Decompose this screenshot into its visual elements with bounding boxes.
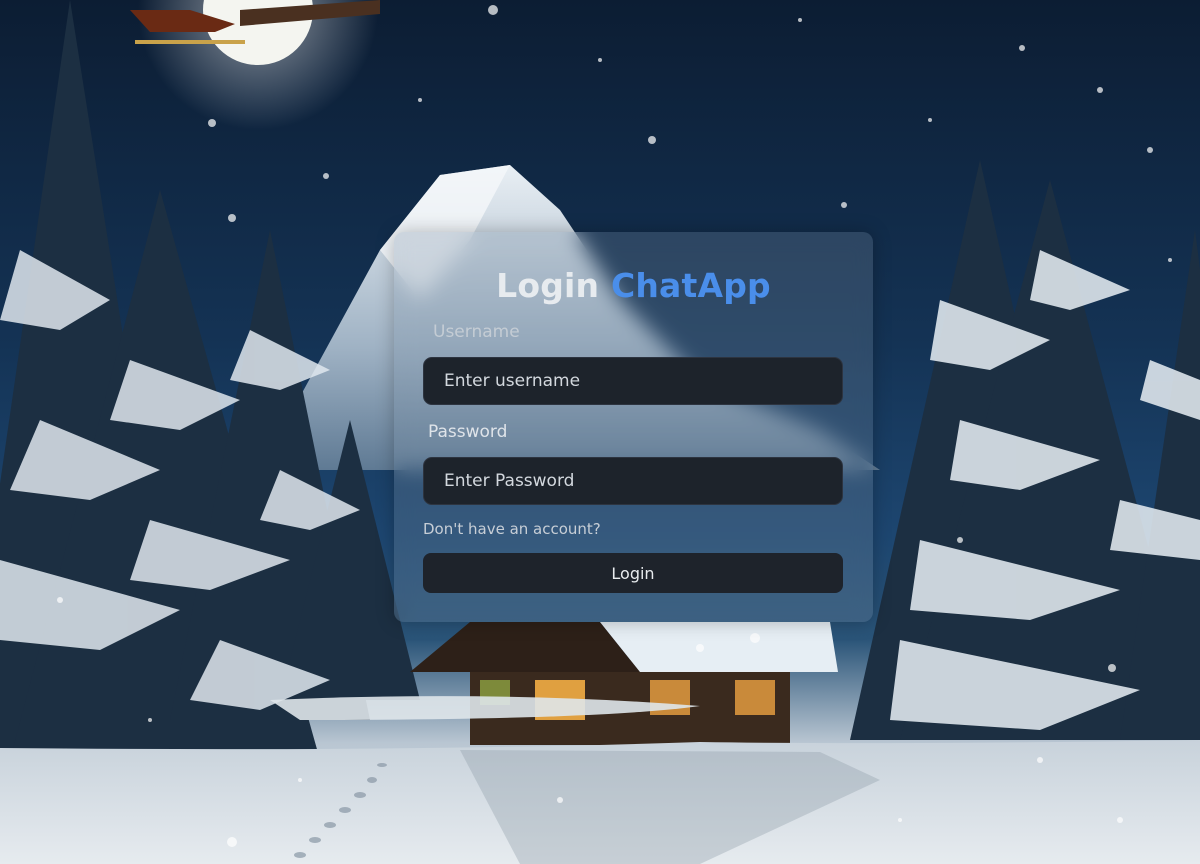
login-button[interactable]: Login (423, 553, 843, 593)
username-label: Username (433, 322, 520, 342)
password-label: Password (428, 422, 508, 442)
login-title: Login ChatApp (394, 266, 873, 306)
username-input[interactable] (423, 357, 843, 405)
brand-name: ChatApp (610, 266, 771, 305)
cabin (410, 622, 838, 745)
title-prefix: Login (496, 266, 600, 305)
password-input[interactable] (423, 457, 843, 505)
signup-link[interactable]: Don't have an account? (423, 520, 601, 538)
login-card: Login ChatApp Username Password Don't ha… (394, 232, 873, 622)
